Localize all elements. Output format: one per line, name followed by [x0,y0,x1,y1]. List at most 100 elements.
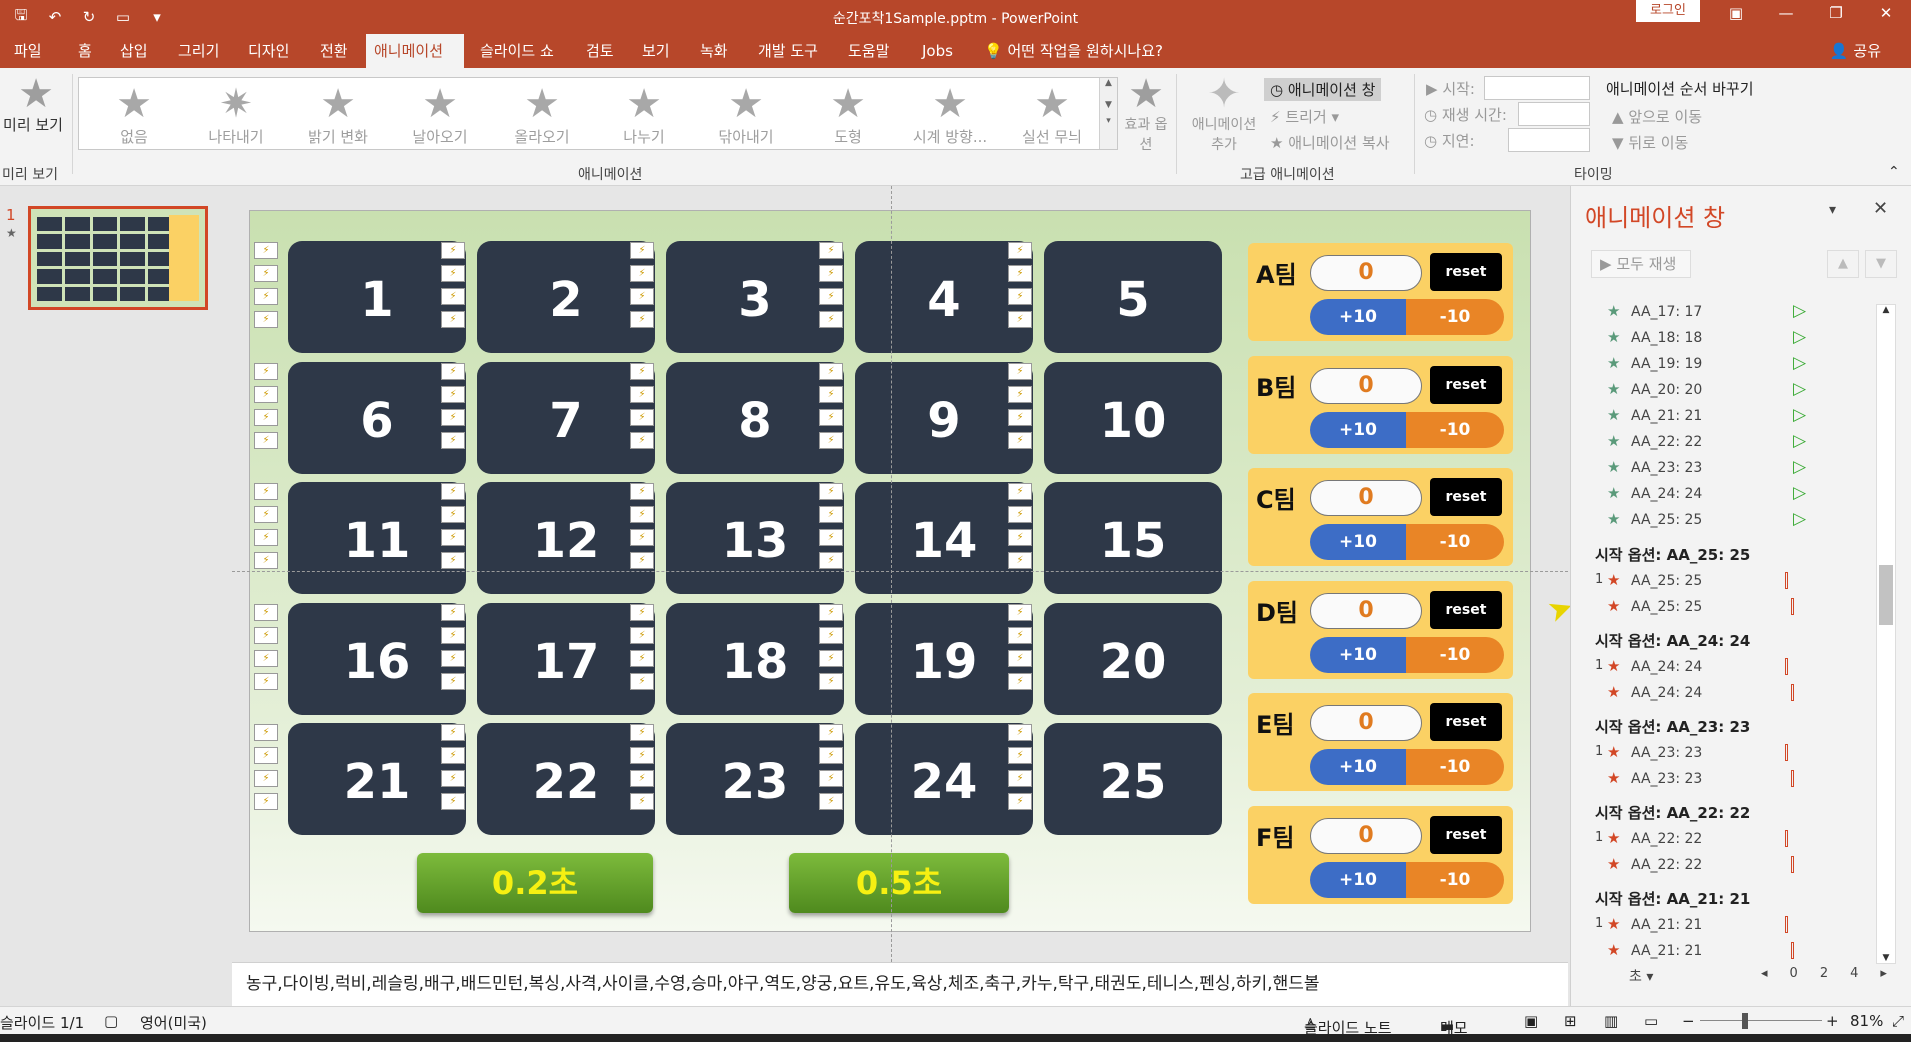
trigger-box[interactable]: ⚡ [819,242,843,259]
trigger-box[interactable]: ⚡ [441,747,465,764]
scroll-thumb[interactable] [1879,565,1893,625]
trigger-box[interactable]: ⚡ [441,409,465,426]
animation-item[interactable]: ★ AA_22: 22 ▷ [1571,430,1871,455]
trigger-box[interactable]: ⚡ [441,311,465,328]
animation-item[interactable]: 1 ★ AA_24: 24 [1571,655,1871,680]
trigger-box[interactable]: ⚡ [254,363,278,380]
trigger-box[interactable]: ⚡ [630,363,654,380]
trigger-box[interactable]: ⚡ [819,311,843,328]
slide-sorter-icon[interactable]: ⊞ [1564,1012,1577,1030]
minus-10-button[interactable]: -10 [1406,749,1504,785]
trigger-box[interactable]: ⚡ [630,242,654,259]
trigger-box[interactable]: ⚡ [254,770,278,787]
trigger-box[interactable]: ⚡ [630,506,654,523]
trigger-box[interactable]: ⚡ [1008,650,1032,667]
number-card[interactable]: 23 [666,723,844,835]
trigger-box[interactable]: ⚡ [630,288,654,305]
trigger-box[interactable]: ⚡ [1008,604,1032,621]
animation-item[interactable]: ★ AA_21: 21 ▷ [1571,404,1871,429]
trigger-box[interactable]: ⚡ [819,673,843,690]
timing-bar[interactable] [1785,830,1788,847]
tab-developer[interactable]: 개발 도구 [750,34,826,68]
notes-pane[interactable]: 농구,다이빙,럭비,레슬링,배구,배드민턴,복싱,사격,사이클,수영,승마,야구… [232,962,1568,1006]
trigger-box[interactable]: ⚡ [819,627,843,644]
tab-review[interactable]: 검토 [578,34,622,68]
number-card[interactable]: 12 [477,482,655,594]
maximize-icon[interactable]: ❐ [1816,4,1856,22]
number-card[interactable]: 2 [477,241,655,353]
tab-help[interactable]: 도움말 [840,34,897,68]
animation-item[interactable]: ★ AA_22: 22 [1571,853,1871,878]
trigger-box[interactable]: ⚡ [819,363,843,380]
number-card[interactable]: 13 [666,482,844,594]
trigger-box[interactable]: ⚡ [441,793,465,810]
trigger-box[interactable]: ⚡ [1008,483,1032,500]
trigger-box[interactable]: ⚡ [1008,288,1032,305]
animation-item[interactable]: ★ AA_20: 20 ▷ [1571,378,1871,403]
plus-10-button[interactable]: +10 [1310,749,1406,785]
number-card[interactable]: 25 [1044,723,1222,835]
number-card[interactable]: 10 [1044,362,1222,474]
tab-view[interactable]: 보기 [634,34,678,68]
trigger-box[interactable]: ⚡ [630,747,654,764]
close-pane-icon[interactable]: ✕ [1873,198,1888,219]
trigger-box[interactable]: ⚡ [819,386,843,403]
gallery-float-in[interactable]: ★ 올라오기 [491,82,593,147]
trigger-box[interactable]: ⚡ [254,604,278,621]
scroll-down-icon[interactable]: ▼ [1100,100,1117,110]
move-down-icon[interactable]: ▼ [1865,250,1897,278]
ruler-left-icon[interactable]: ◂ [1761,966,1768,981]
animation-item[interactable]: ★ AA_17: 17 ▷ [1571,300,1871,325]
trigger-box[interactable]: ⚡ [441,242,465,259]
trigger-box[interactable]: ⚡ [254,311,278,328]
number-card[interactable]: 17 [477,603,655,715]
trigger-box[interactable]: ⚡ [819,409,843,426]
trigger-box[interactable]: ⚡ [441,386,465,403]
trigger-box[interactable]: ⚡ [630,650,654,667]
number-card[interactable]: 16 [288,603,466,715]
number-card[interactable]: 20 [1044,603,1222,715]
animation-item[interactable]: 1 ★ AA_25: 25 [1571,569,1871,594]
trigger-box[interactable]: ⚡ [1008,265,1032,282]
trigger-box[interactable]: ⚡ [1008,552,1032,569]
tab-file[interactable]: 파일 [6,34,50,68]
number-card[interactable]: 15 [1044,482,1222,594]
trigger-box[interactable]: ⚡ [441,650,465,667]
gallery-fly-in[interactable]: ★ 날아오기 [389,82,491,147]
animation-item[interactable]: 1 ★ AA_23: 23 [1571,741,1871,766]
number-card[interactable]: 4 [855,241,1033,353]
timing-bar[interactable] [1785,658,1788,675]
trigger-box[interactable]: ⚡ [254,483,278,500]
trigger-box[interactable]: ⚡ [254,650,278,667]
speed-0-2s-button[interactable]: 0.2초 [417,853,653,913]
trigger-box[interactable]: ⚡ [1008,770,1032,787]
timing-bar[interactable] [1791,598,1794,615]
reading-view-icon[interactable]: ▥ [1604,1012,1618,1030]
slide-thumbnail[interactable] [28,206,208,310]
trigger-box[interactable]: ⚡ [630,386,654,403]
normal-view-icon[interactable]: ▣ [1524,1012,1538,1030]
timeline-ruler[interactable]: ◂ 0 2 4 ▸ [1761,966,1887,981]
trigger-box[interactable]: ⚡ [630,552,654,569]
trigger-box[interactable]: ⚡ [630,793,654,810]
trigger-box[interactable]: ⚡ [441,673,465,690]
timing-bar[interactable] [1785,744,1788,761]
trigger-box[interactable]: ⚡ [254,724,278,741]
minus-10-button[interactable]: -10 [1406,862,1504,898]
trigger-box[interactable]: ⚡ [819,552,843,569]
minus-10-button[interactable]: -10 [1406,637,1504,673]
trigger-box[interactable]: ⚡ [1008,673,1032,690]
gallery-random-bars[interactable]: ★ 실선 무늬 [1001,82,1103,147]
pane-options-icon[interactable]: ▾ [1829,202,1836,218]
trigger-box[interactable]: ⚡ [630,673,654,690]
number-card[interactable]: 3 [666,241,844,353]
reset-button[interactable]: reset [1430,253,1502,291]
tab-draw[interactable]: 그리기 [170,34,227,68]
plus-10-button[interactable]: +10 [1310,412,1406,448]
animation-painter-button[interactable]: ★ 애니메이션 복사 [1270,132,1390,153]
trigger-box[interactable]: ⚡ [254,747,278,764]
animation-item[interactable]: ★ AA_25: 25 [1571,595,1871,620]
number-card[interactable]: 24 [855,723,1033,835]
number-card[interactable]: 8 [666,362,844,474]
animation-item[interactable]: ★ AA_24: 24 [1571,681,1871,706]
